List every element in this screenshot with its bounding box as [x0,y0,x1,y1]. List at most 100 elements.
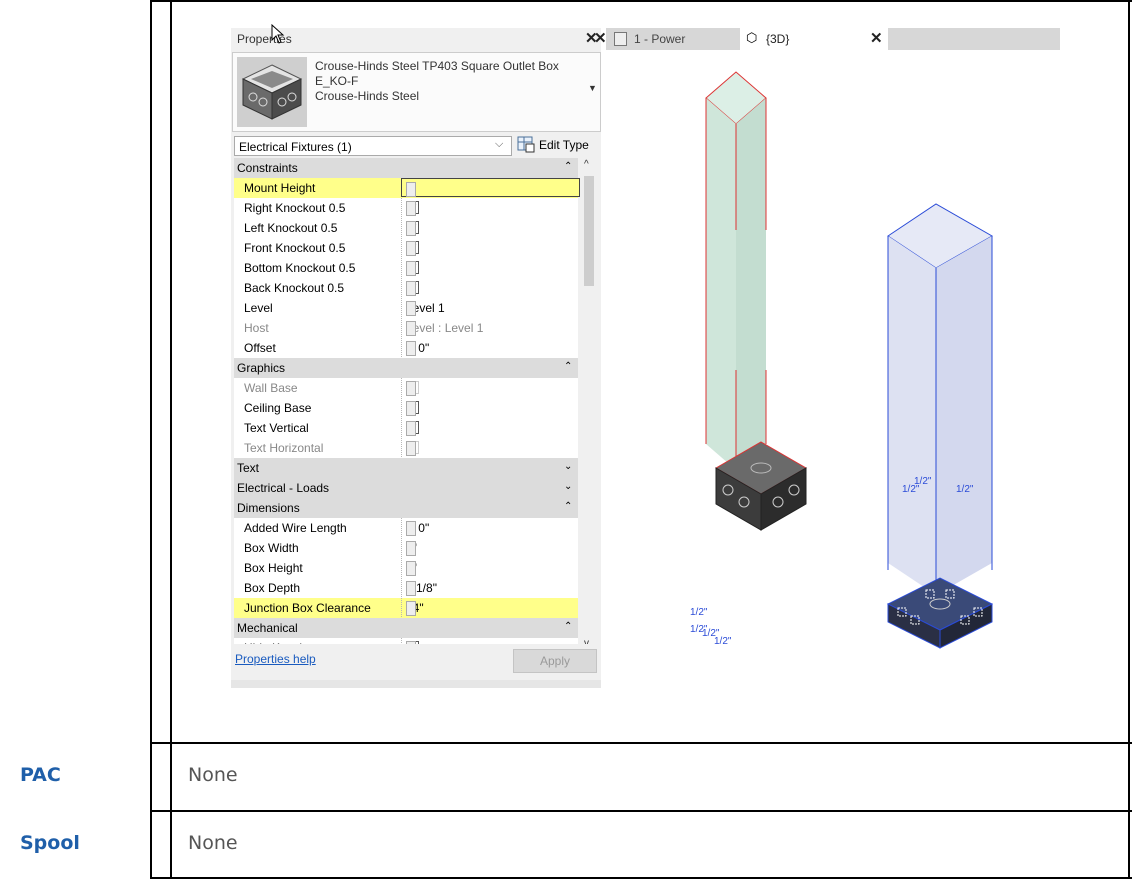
property-row-right-knockout-0-5: Right Knockout 0.5 [234,198,578,219]
property-name: Level [244,301,273,315]
associate-parameter-button[interactable] [406,241,416,256]
associate-parameter-button[interactable] [406,581,416,596]
associate-parameter-button[interactable] [406,421,416,436]
property-name: Ceiling Base [244,401,312,415]
property-value-cell[interactable]: 4" [401,538,579,557]
group-header-text[interactable]: Text ⌄ [234,458,578,479]
property-row-box-width: Box Width 4" [234,538,578,559]
category-filter-dropdown[interactable]: Electrical Fixtures (1) ⌵ [234,136,512,156]
collapse-icon[interactable]: ⌃ [564,361,572,372]
3d-view-canvas[interactable]: 1/2" 1/2" 1/2" 1/2" 1/2" 1/2" 1/2" [606,50,1060,688]
property-row-added-wire-length: Added Wire Length 1' 0" [234,518,578,539]
property-name: Text Horizontal [244,441,324,455]
property-value-cell[interactable]: 1' 0" [401,518,579,537]
outlet-box-right[interactable] [886,203,994,649]
property-name: Junction Box Clearance [244,601,371,615]
dimension-label: 1/2" [714,636,732,647]
property-name: Wall Base [244,381,298,395]
associate-parameter-button[interactable] [406,401,416,416]
properties-help-link[interactable]: Properties help [235,652,316,666]
property-row-ceiling-base: Ceiling Base [234,398,578,419]
type-selector[interactable]: Crouse-Hinds Steel TP403 Square Outlet B… [232,52,601,132]
property-value-cell[interactable]: 24" [401,598,579,617]
property-row-left-knockout-0-5: Left Knockout 0.5 [234,218,578,239]
associate-parameter-button[interactable] [406,281,416,296]
property-value-cell[interactable]: 0' 0" [401,338,579,357]
associate-parameter-button[interactable] [406,261,416,276]
property-name: Box Width [244,541,299,555]
associate-parameter-button[interactable] [406,381,416,396]
associate-parameter-button[interactable] [406,182,416,197]
properties-scrollbar[interactable]: ^ v [581,158,597,654]
property-value-cell[interactable]: 2 1/8" [401,578,579,597]
property-value-cell[interactable] [401,278,579,297]
group-header-electrical-loads[interactable]: Electrical - Loads ⌄ [234,478,578,499]
view-tabs: ✕ 1 - Power ⬡ {3D} ✕ [594,28,1060,50]
table-column-divider [170,0,172,879]
property-name: Text Vertical [244,421,309,435]
associate-parameter-button[interactable] [406,601,416,616]
spool-label: Spool [20,832,80,854]
property-value-cell [401,438,579,457]
chevron-down-icon[interactable]: ▼ [588,83,597,93]
associate-parameter-button[interactable] [406,541,416,556]
expand-icon[interactable]: ⌄ [564,461,572,472]
property-value-cell: Level : Level 1 [401,318,579,337]
group-header-dimensions[interactable]: Dimensions ⌃ [234,498,578,519]
close-icon[interactable]: ✕ [594,29,607,47]
group-header-mechanical[interactable]: Mechanical ⌃ [234,618,578,639]
property-value-cell[interactable]: 4" [401,558,579,577]
collapse-icon[interactable]: ⌃ [564,161,572,172]
scroll-up-icon[interactable]: ^ [584,159,589,170]
associate-parameter-button[interactable] [406,301,416,316]
expand-icon[interactable]: ⌄ [564,481,572,492]
property-value: Level : Level 1 [406,321,484,335]
property-row-wall-base: Wall Base [234,378,578,399]
property-name: Box Height [244,561,303,575]
property-value-cell[interactable] [401,198,579,217]
associate-parameter-button[interactable] [406,341,416,356]
property-name: Box Depth [244,581,301,595]
property-name: Bottom Knockout 0.5 [244,261,356,275]
type-name: Crouse-Hinds Steel TP403 Square Outlet B… [315,59,559,103]
property-row-front-knockout-0-5: Front Knockout 0.5 [234,238,578,259]
outlet-box-left[interactable] [705,71,807,531]
property-row-junction-box-clearance: Junction Box Clearance 24" [234,598,578,619]
associate-parameter-button[interactable] [406,221,416,236]
close-icon[interactable]: ✕ [870,29,883,47]
property-value-cell[interactable] [401,218,579,237]
collapse-icon[interactable]: ⌃ [564,501,572,512]
floor-plan-view-icon [614,32,627,46]
property-name: Mount Height [244,181,316,195]
tab-3d[interactable]: ⬡ {3D} ✕ [740,28,888,50]
dimension-label: 1/2" [956,484,974,495]
collapse-icon[interactable]: ⌃ [564,621,572,632]
property-value-cell[interactable] [401,238,579,257]
edit-type-icon [517,136,535,153]
group-header-constraints[interactable]: Constraints ⌃ [234,158,578,179]
3d-view-drawing: 1/2" 1/2" 1/2" 1/2" 1/2" 1/2" 1/2" [690,71,994,649]
associate-parameter-button[interactable] [406,561,416,576]
tab-1-power[interactable]: 1 - Power [612,28,746,50]
associate-parameter-button[interactable] [406,441,416,456]
outlet-box-thumbnail-icon [237,57,307,127]
property-name: Left Knockout 0.5 [244,221,338,235]
property-value-cell[interactable] [401,398,579,417]
associate-parameter-button[interactable] [406,521,416,536]
property-row-back-knockout-0-5: Back Knockout 0.5 [234,278,578,299]
dimension-label: 1/2" [914,476,932,487]
property-value-cell[interactable] [401,178,580,197]
spool-value: None [188,832,238,854]
property-value-cell[interactable] [401,258,579,277]
chevron-down-icon: ⌵ [495,138,504,150]
properties-footer: Properties help Apply [231,644,601,678]
property-value-cell[interactable] [401,418,579,437]
group-header-graphics[interactable]: Graphics ⌃ [234,358,578,379]
associate-parameter-button[interactable] [406,321,416,336]
property-row-text-vertical: Text Vertical [234,418,578,439]
property-value-cell[interactable]: Level 1 [401,298,579,317]
scrollbar-thumb[interactable] [584,176,594,286]
apply-button[interactable]: Apply [513,649,597,673]
property-name: Host [244,321,269,335]
associate-parameter-button[interactable] [406,201,416,216]
